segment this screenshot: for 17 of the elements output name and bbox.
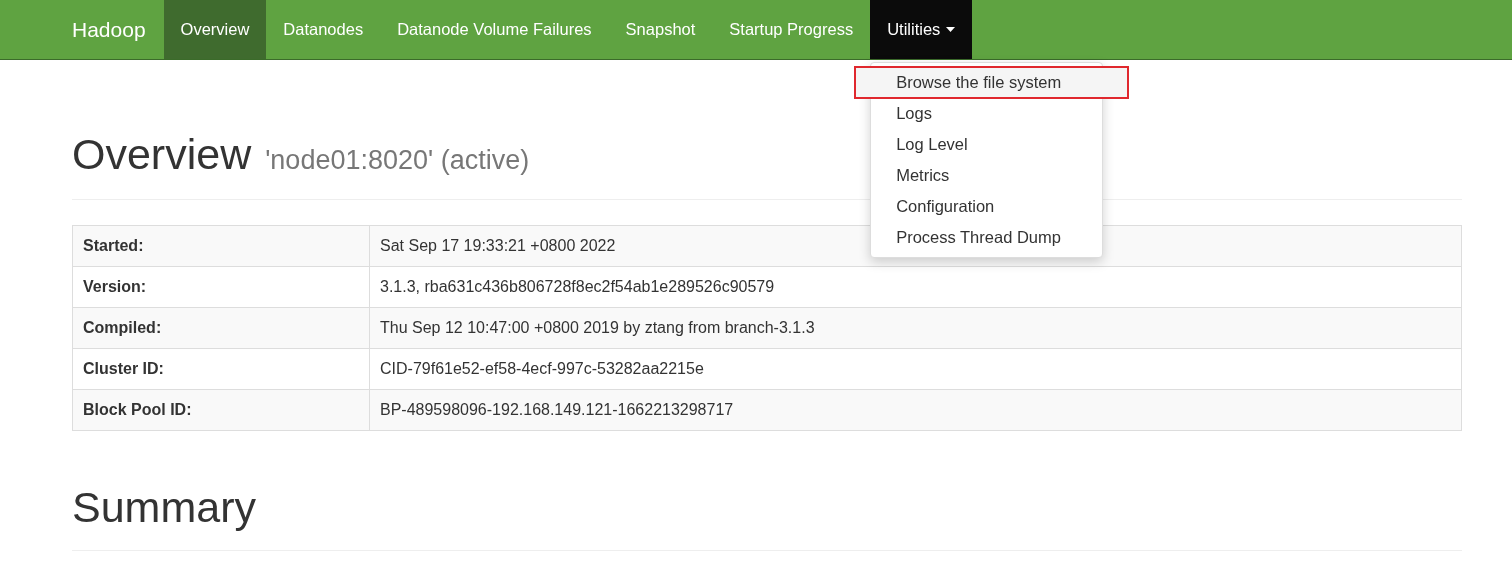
menu-item[interactable]: Configuration (871, 191, 1103, 222)
row-value: Thu Sep 12 10:47:00 +0800 2019 by ztang from branch-3.1.3 (380, 319, 815, 336)
section-title: Summary (72, 483, 1462, 551)
row-label: Block Pool ID: (73, 390, 370, 430)
menu-item[interactable]: Logs (871, 98, 1103, 129)
menu-item[interactable]: Log Level (871, 129, 1103, 160)
menu-item[interactable]: Metrics (871, 160, 1103, 191)
page-subtitle: 'node01:8020' (active) (265, 145, 530, 176)
row-value: 3.1.3, rba631c436b806728f8ec2f54ab1e289526c90579 (380, 278, 775, 295)
row-value: CID-79f61e52-ef58-4ecf-997c-53282aa2215e (380, 360, 704, 377)
page-title: Overview (72, 130, 252, 179)
row-value: Sat Sep 17 19:33:21 +0800 2022 (380, 237, 616, 254)
row-value: BP-489598096-192.168.149.121-1662213298717 (380, 401, 734, 418)
menu-item[interactable]: Process Thread Dump (871, 222, 1103, 253)
menu-item[interactable]: Browse the file system (855, 67, 1129, 98)
nav-tab[interactable]: Overview (163, 0, 267, 59)
caret-icon (946, 27, 956, 32)
